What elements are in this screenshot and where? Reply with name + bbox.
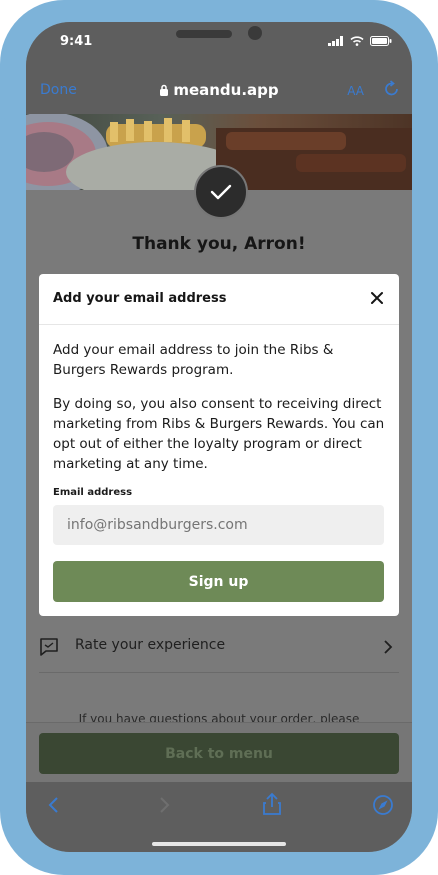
share-icon[interactable] <box>262 792 282 816</box>
side-button <box>0 182 6 240</box>
rate-experience-row[interactable]: Rate your experience <box>39 627 399 667</box>
sign-up-button[interactable]: Sign up <box>53 561 384 602</box>
signal-icon <box>328 36 343 46</box>
divider <box>39 672 399 673</box>
status-icons <box>328 36 392 46</box>
side-button <box>432 202 438 296</box>
chevron-right-icon <box>384 640 393 654</box>
side-button <box>0 262 6 320</box>
thank-you-heading: Thank you, Arron! <box>132 234 306 254</box>
status-bar: 9:41 <box>26 22 412 66</box>
consent-text: By doing so, you also consent to receivi… <box>53 396 385 472</box>
rate-experience-label: Rate your experience <box>75 637 226 653</box>
url-text: meandu.app <box>173 81 279 99</box>
status-time: 9:41 <box>60 34 93 49</box>
lock-icon <box>160 84 169 96</box>
rewards-intro-text: Add your email address to join the Ribs … <box>53 342 334 378</box>
reload-icon[interactable] <box>384 80 400 98</box>
modal-title: Add your email address <box>53 291 227 306</box>
text-size-button[interactable]: AA <box>347 84 364 98</box>
compass-icon[interactable] <box>372 794 394 816</box>
back-to-menu-button[interactable]: Back to menu <box>39 733 399 774</box>
modal-header: Add your email address <box>39 274 399 325</box>
email-modal: Add your email address Add your email ad… <box>39 274 399 616</box>
feedback-icon <box>40 638 58 656</box>
phone-screen: 9:41 Done meandu.app AA Thank you, Arron… <box>26 22 412 852</box>
close-icon[interactable] <box>367 288 387 308</box>
success-check-icon <box>194 165 248 219</box>
forward-arrow-icon[interactable] <box>158 796 172 814</box>
side-button <box>0 118 6 148</box>
back-arrow-icon[interactable] <box>46 796 60 814</box>
camera <box>248 26 262 40</box>
email-field[interactable] <box>53 505 384 545</box>
wifi-icon <box>350 36 364 46</box>
browser-bar: Done meandu.app AA <box>26 66 412 114</box>
email-label: Email address <box>53 487 133 498</box>
speaker-notch <box>176 30 232 38</box>
battery-icon <box>370 36 392 46</box>
bottom-action-bar: Back to menu <box>26 722 412 783</box>
home-indicator <box>152 842 286 846</box>
